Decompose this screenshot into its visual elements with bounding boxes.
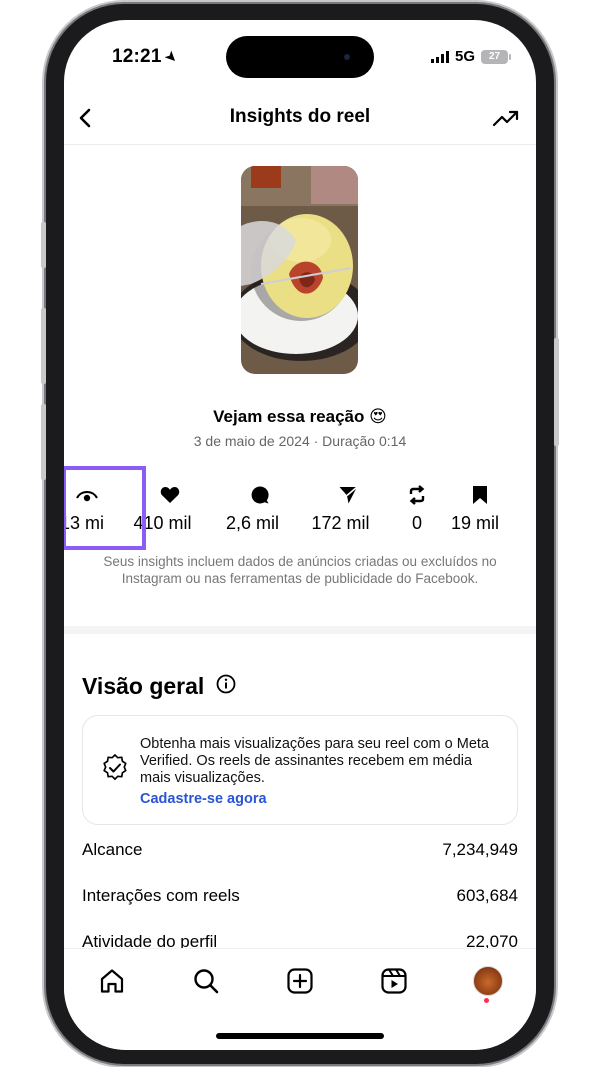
promo-text: Obtenha mais visualizações para seu reel… — [140, 736, 489, 786]
status-time: 12:21➤ — [112, 46, 181, 68]
reel-caption: Vejam essa reação 😍 — [213, 407, 387, 426]
reel-thumbnail-image — [241, 166, 358, 374]
overview-title: Visão geral — [82, 673, 205, 699]
metric-label: Alcance — [82, 840, 143, 859]
overview-heading: Visão geral — [82, 673, 236, 700]
side-button — [41, 308, 46, 384]
metric-value: 7,234,949 — [442, 840, 518, 859]
network-label: 5G — [454, 48, 475, 65]
tab-profile[interactable] — [472, 965, 504, 997]
views-highlight-box — [64, 466, 146, 550]
home-indicator — [216, 1033, 384, 1039]
stat-value: 2,6 mil — [225, 513, 279, 533]
tab-reels[interactable] — [378, 965, 410, 997]
comment-icon — [230, 483, 290, 507]
screen: 12:21➤ 5G 27 Insights do reel Vejam essa… — [64, 20, 536, 1050]
battery-level: 27 — [488, 51, 501, 62]
tab-search[interactable] — [190, 965, 222, 997]
side-button — [41, 222, 46, 268]
trending-up-icon — [492, 110, 519, 127]
info-icon[interactable] — [216, 673, 236, 700]
section-divider — [64, 626, 536, 634]
stat-value: 172 mil — [311, 513, 370, 533]
insights-disclaimer: Seus insights incluem dados de anúncios … — [103, 554, 497, 586]
metric-row-reach[interactable]: Alcance 7,234,949 — [82, 840, 518, 860]
metric-value: 603,684 — [456, 886, 518, 905]
status-time-text: 12:21 — [112, 46, 162, 67]
notification-dot — [484, 998, 489, 1003]
metric-row-interactions[interactable]: Interações com reels 603,684 — [82, 886, 518, 906]
share-icon — [318, 483, 378, 507]
tab-create[interactable] — [284, 965, 316, 997]
side-button — [41, 404, 46, 480]
search-icon — [194, 969, 219, 994]
front-camera — [344, 54, 350, 60]
page-title: Insights do reel — [229, 106, 371, 127]
dynamic-island — [226, 36, 374, 78]
signup-link[interactable]: Cadastre-se agora — [140, 791, 267, 807]
heart-icon — [140, 483, 200, 507]
side-button — [554, 338, 559, 446]
reel-thumbnail[interactable] — [241, 166, 358, 374]
add-post-icon — [287, 968, 313, 994]
stat-value: 19 mil — [450, 513, 499, 533]
signal-icon — [430, 50, 449, 63]
home-icon — [100, 969, 124, 993]
repost-icon — [387, 483, 447, 507]
metric-label: Interações com reels — [82, 886, 240, 905]
trending-button[interactable] — [490, 102, 522, 134]
tab-home[interactable] — [96, 965, 128, 997]
location-arrow-icon: ➤ — [160, 46, 182, 68]
meta-verified-card: Obtenha mais visualizações para seu reel… — [82, 715, 518, 825]
verified-badge-icon — [101, 754, 129, 787]
battery-icon: 27 — [481, 49, 511, 64]
bookmark-icon — [450, 483, 510, 507]
reels-icon — [381, 968, 407, 994]
header-divider — [64, 144, 536, 145]
reel-meta: 3 de maio de 2024 · Duração 0:14 — [193, 433, 407, 449]
status-indicators: 5G 27 — [430, 48, 511, 65]
profile-avatar — [473, 966, 503, 996]
